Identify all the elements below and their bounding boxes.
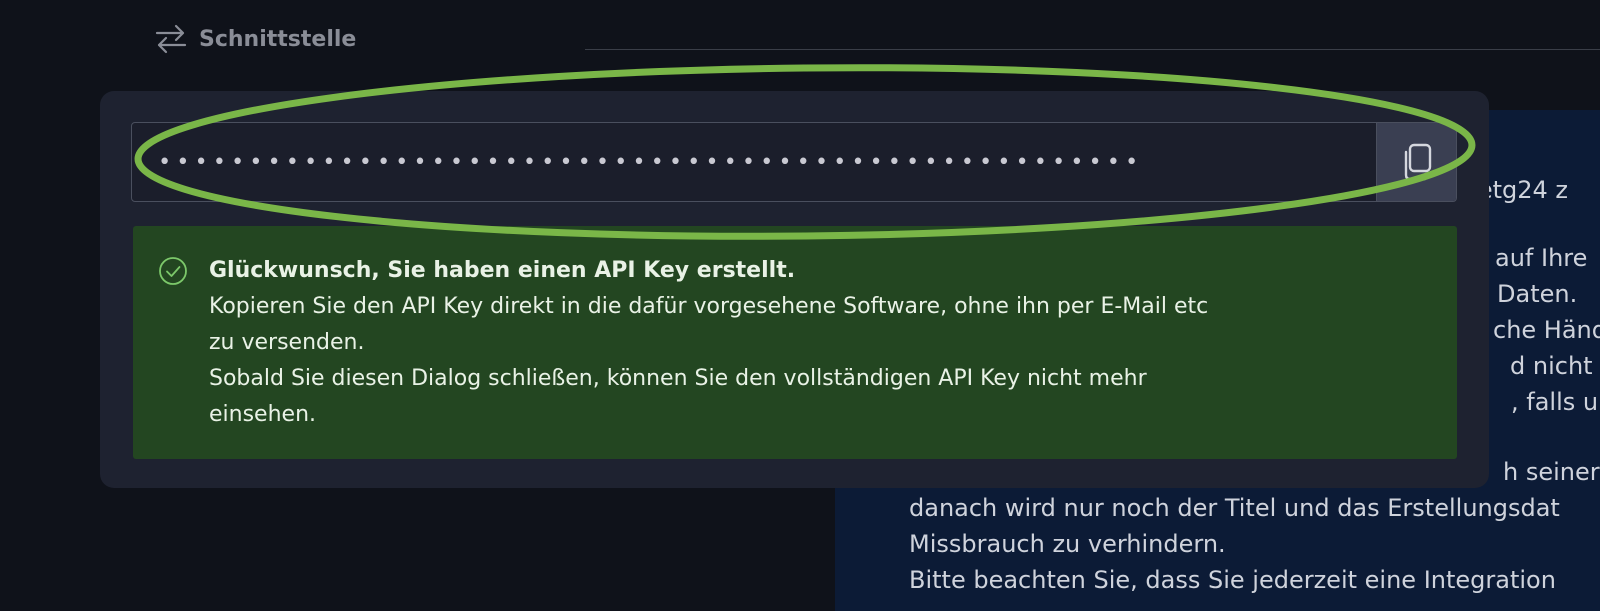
info-text: d nicht in bbox=[1510, 352, 1600, 380]
alert-line: einsehen. bbox=[209, 402, 317, 427]
api-key-field bbox=[131, 122, 1457, 202]
api-key-input[interactable] bbox=[132, 123, 1376, 201]
info-text: danach wird nur noch der Titel und das E… bbox=[909, 494, 1560, 522]
divider bbox=[585, 49, 1600, 50]
api-key-dialog: Glückwunsch, Sie haben einen API Key ers… bbox=[100, 91, 1489, 488]
alert-line: Kopieren Sie den API Key direkt in die d… bbox=[209, 294, 1209, 319]
alert-title: Glückwunsch, Sie haben einen API Key ers… bbox=[209, 258, 796, 283]
swap-arrows-icon bbox=[155, 24, 187, 54]
nav-schnittstelle[interactable]: Schnittstelle bbox=[155, 22, 356, 56]
info-text: h seiner bbox=[1503, 458, 1600, 486]
alert-line: zu versenden. bbox=[209, 330, 365, 355]
check-circle-icon bbox=[158, 256, 188, 290]
copy-icon bbox=[1399, 142, 1435, 182]
info-text: Bitte beachten Sie, dass Sie jederzeit e… bbox=[909, 566, 1556, 594]
info-text: Daten. bbox=[1497, 280, 1578, 308]
info-text: , falls unb bbox=[1511, 388, 1600, 416]
copy-button[interactable] bbox=[1376, 123, 1456, 201]
alert-message: Glückwunsch, Sie haben einen API Key ers… bbox=[209, 253, 1409, 433]
info-text: che Händ bbox=[1493, 316, 1600, 344]
success-alert: Glückwunsch, Sie haben einen API Key ers… bbox=[133, 226, 1457, 459]
info-text: auf Ihre bbox=[1495, 244, 1588, 272]
alert-line: Sobald Sie diesen Dialog schließen, könn… bbox=[209, 366, 1147, 391]
nav-label: Schnittstelle bbox=[199, 26, 357, 52]
info-text: Missbrauch zu verhindern. bbox=[909, 530, 1226, 558]
